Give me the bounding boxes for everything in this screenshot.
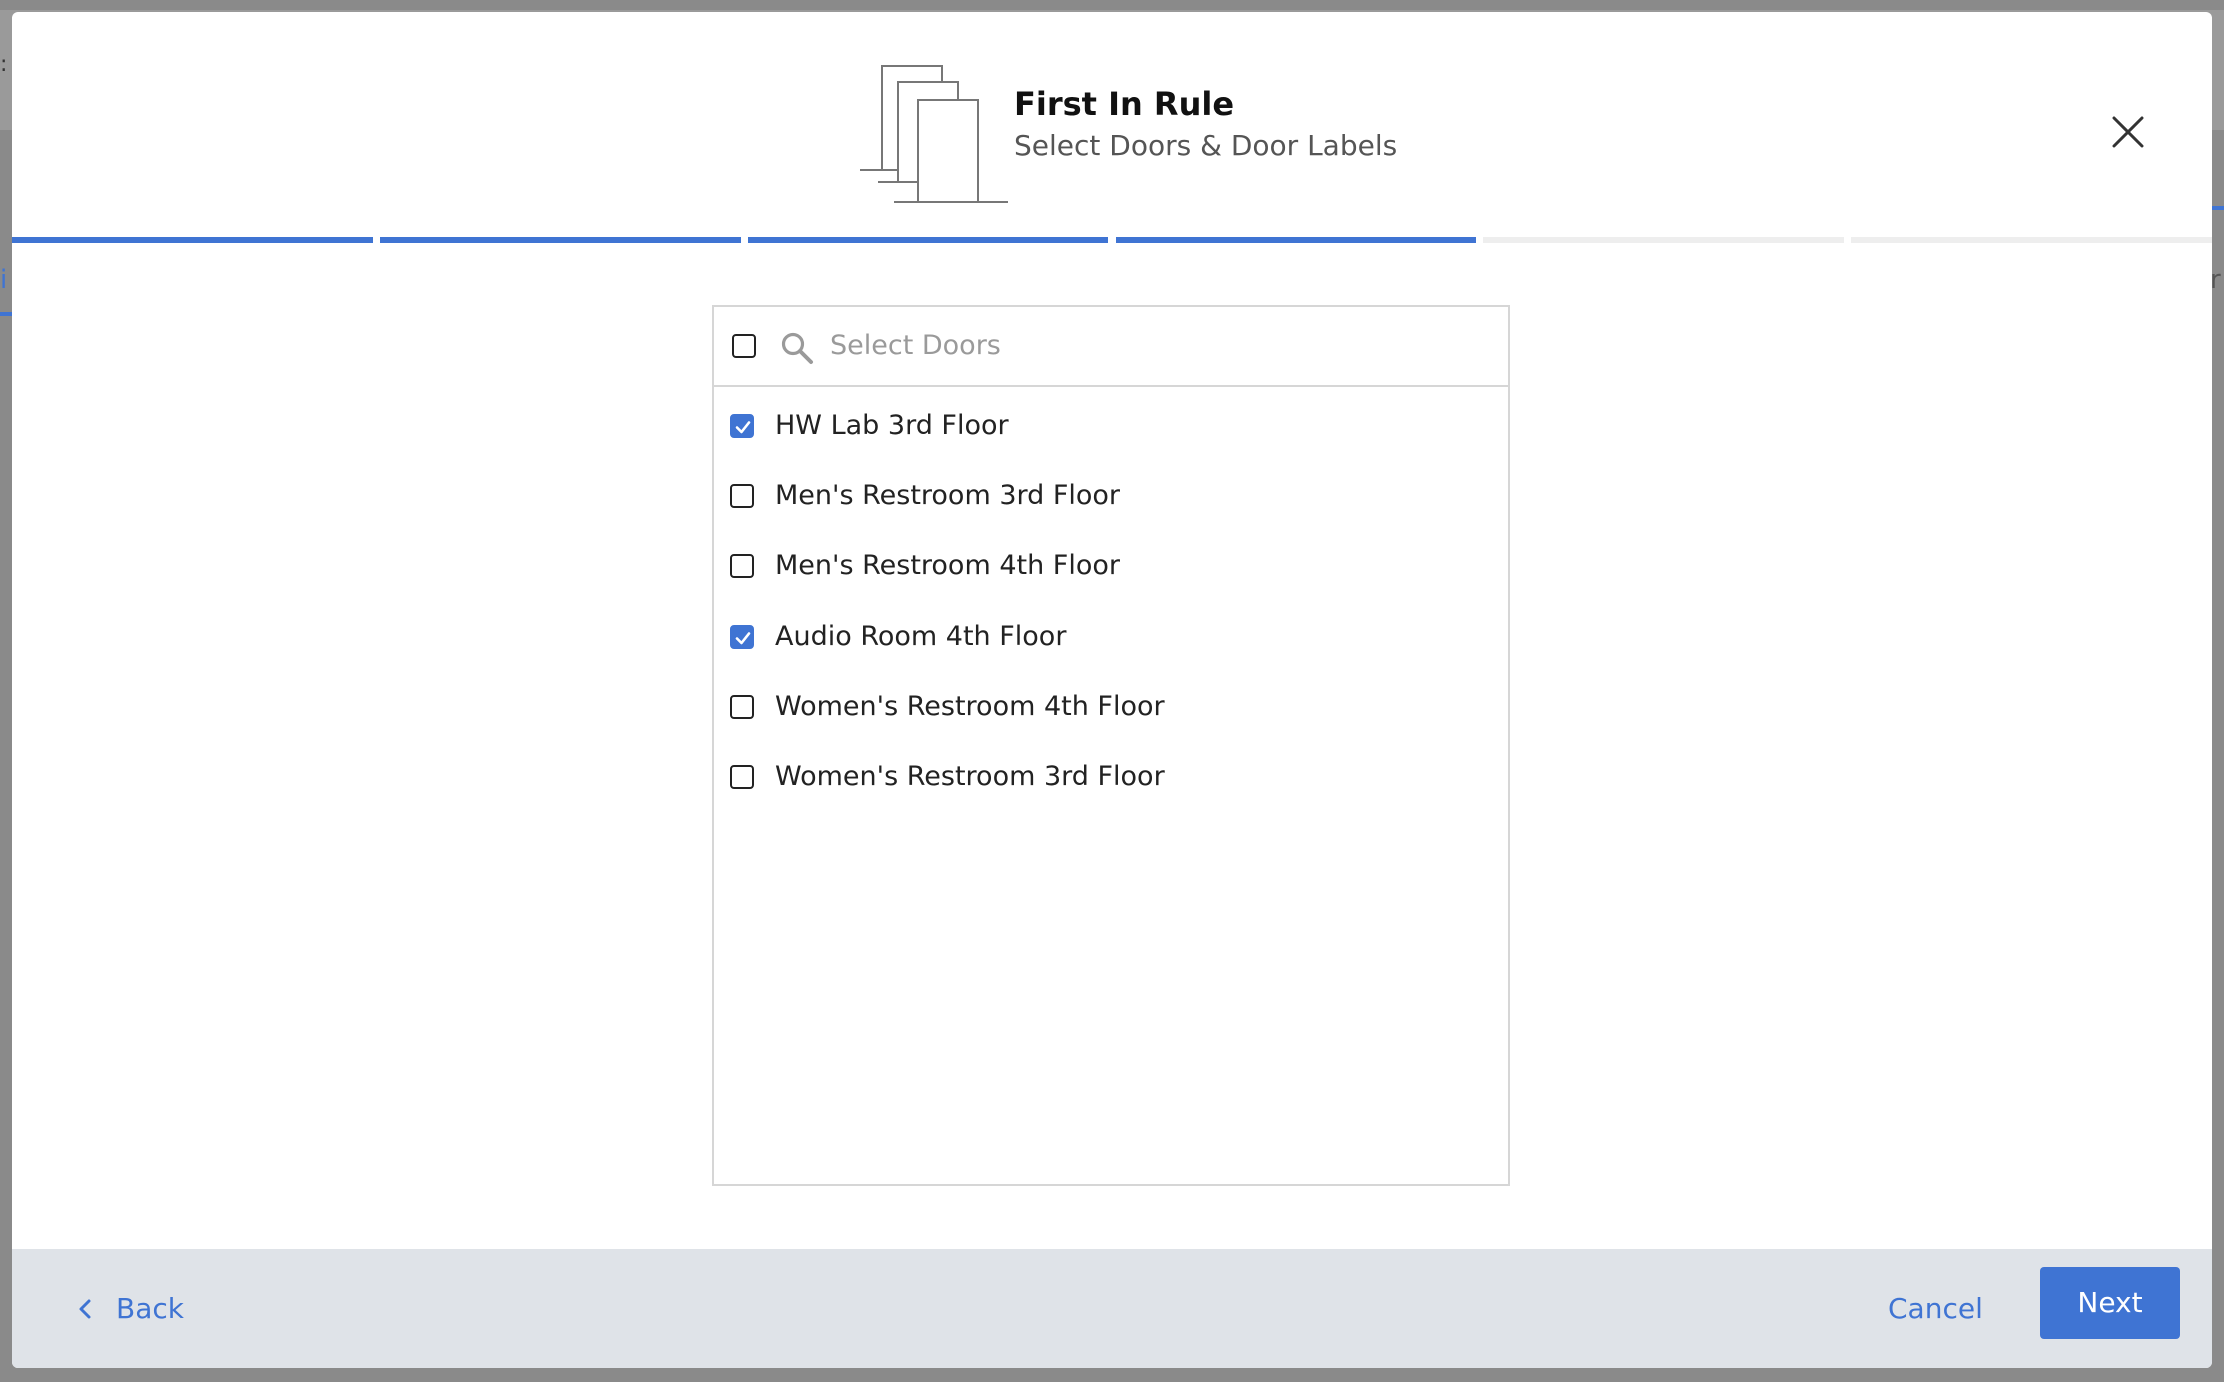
step-progress-bar [12, 237, 2212, 243]
next-button[interactable]: Next [2040, 1267, 2180, 1339]
progress-step-4 [1115, 237, 1477, 243]
search-icon [781, 332, 813, 364]
background-tab-underline [0, 312, 12, 316]
modal-title-block: First In Rule Select Doors & Door Labels [1014, 82, 1614, 192]
door-search-row [714, 307, 1508, 387]
door-search-input[interactable] [830, 321, 1450, 369]
door-label: Women's Restroom 3rd Floor [775, 761, 1165, 792]
doors-icon [860, 65, 1008, 203]
door-checkbox[interactable] [730, 694, 754, 719]
progress-step-1 [12, 237, 373, 243]
door-label: HW Lab 3rd Floor [775, 410, 1009, 441]
door-checkbox[interactable] [730, 624, 754, 649]
progress-step-3 [747, 237, 1109, 243]
back-button-label: Back [116, 1292, 184, 1325]
door-label: Audio Room 4th Floor [775, 620, 1067, 652]
door-list-item[interactable]: HW Lab 3rd Floor [714, 396, 1508, 456]
modal-subtitle: Select Doors & Door Labels [1014, 129, 1398, 162]
first-in-rule-modal: First In Rule Select Doors & Door Labels… [12, 12, 2212, 1368]
cancel-button[interactable]: Cancel [1888, 1289, 1983, 1329]
door-list: HW Lab 3rd Floor Men's Restroom 3rd Floor… [714, 385, 1508, 1175]
checkmark-icon [735, 631, 751, 644]
chevron-left-icon [79, 1299, 91, 1319]
background-fragment: : [0, 52, 8, 77]
modal-title: First In Rule [1014, 85, 1235, 123]
door-list-item[interactable]: Audio Room 4th Floor [714, 607, 1508, 667]
door-checkbox[interactable] [730, 554, 754, 579]
background-tab-fragment-right: r [2210, 265, 2221, 295]
select-all-checkbox[interactable] [732, 334, 756, 358]
door-label: Women's Restroom 4th Floor [775, 690, 1165, 722]
door-list-item[interactable]: Women's Restroom 4th Floor [714, 677, 1508, 737]
door-checkbox[interactable] [730, 765, 754, 789]
door-list-item[interactable]: Men's Restroom 3rd Floor [714, 466, 1508, 526]
modal-footer: Back Cancel Next [12, 1249, 2212, 1368]
door-selector-panel: HW Lab 3rd Floor Men's Restroom 3rd Floor… [712, 305, 1510, 1186]
close-icon[interactable] [2102, 106, 2150, 154]
checkmark-icon [735, 421, 751, 434]
door-checkbox[interactable] [730, 414, 754, 438]
door-label: Men's Restroom 3rd Floor [775, 480, 1121, 512]
modal-header: First In Rule Select Doors & Door Labels [12, 12, 2212, 236]
progress-step-6 [1851, 237, 2212, 243]
door-list-item[interactable]: Women's Restroom 3rd Floor [714, 747, 1508, 807]
progress-step-5 [1483, 237, 1845, 243]
door-checkbox[interactable] [730, 484, 754, 509]
background-line-right [2212, 206, 2224, 210]
background-tab-fragment: i [0, 265, 8, 295]
door-list-item[interactable]: Men's Restroom 4th Floor [714, 536, 1508, 596]
progress-step-2 [379, 237, 741, 243]
door-label: Men's Restroom 4th Floor [775, 550, 1120, 582]
